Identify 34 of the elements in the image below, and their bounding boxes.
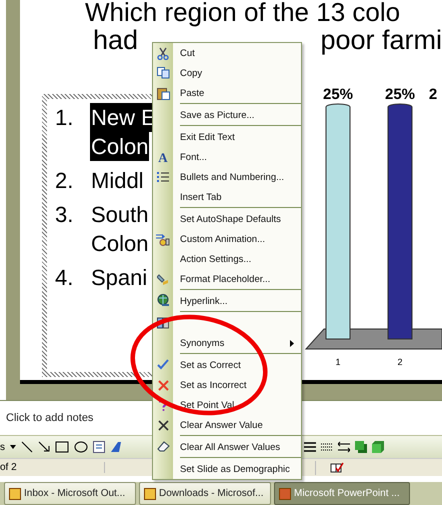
menu-item[interactable]: Copy: [153, 63, 301, 83]
axis-label: 2: [398, 357, 402, 367]
slide-title-line: Which region of the 13 colo: [84, 0, 402, 24]
list-number: 1.: [54, 104, 74, 132]
data-label: 25%: [384, 86, 416, 103]
menu-item[interactable]: Hyperlink...: [153, 289, 301, 311]
menu-item[interactable]: Set Slide as Demographic: [153, 457, 301, 479]
list-item-text: Middl: [90, 167, 145, 195]
list-number: 4.: [54, 264, 74, 292]
list-item-text: Colon: [90, 230, 150, 258]
list-number: 2.: [54, 167, 74, 195]
font-icon: A: [158, 150, 168, 164]
data-label: 2: [428, 86, 438, 103]
menu-item[interactable]: Save as Picture...: [153, 103, 301, 125]
taskbar-button[interactable]: Downloads - Microsof...: [139, 482, 271, 505]
taskbar-button[interactable]: Inbox - Microsoft Out...: [4, 482, 136, 505]
list-item-text: Spani: [90, 264, 148, 292]
axis-label: 1: [336, 357, 340, 367]
menu-item[interactable]: Cut: [153, 43, 301, 63]
menu-item[interactable]: Exit Edit Text: [153, 125, 301, 147]
slide-counter: of 2: [0, 462, 105, 473]
slide-title-fragment: had: [93, 24, 138, 56]
notes-placeholder: Click to add notes: [6, 412, 94, 424]
data-label: 25%: [322, 86, 354, 103]
menu-item[interactable]: Set as Incorrect: [153, 375, 301, 395]
menu-item[interactable]: Clear All Answer Values: [153, 435, 301, 457]
menu-item[interactable]: Clear Answer Value: [153, 415, 301, 435]
list-number: 3.: [54, 201, 74, 229]
list-item-text: Colon: [90, 132, 150, 161]
menu-item[interactable]: Set AutoShape Defaults: [153, 207, 301, 229]
slide-title-fragment: poor farmi: [319, 24, 442, 56]
autoshapes-menu[interactable]: s: [0, 442, 5, 452]
list-item-text: South: [90, 201, 150, 229]
menu-item[interactable]: Set as Correct: [153, 353, 301, 375]
